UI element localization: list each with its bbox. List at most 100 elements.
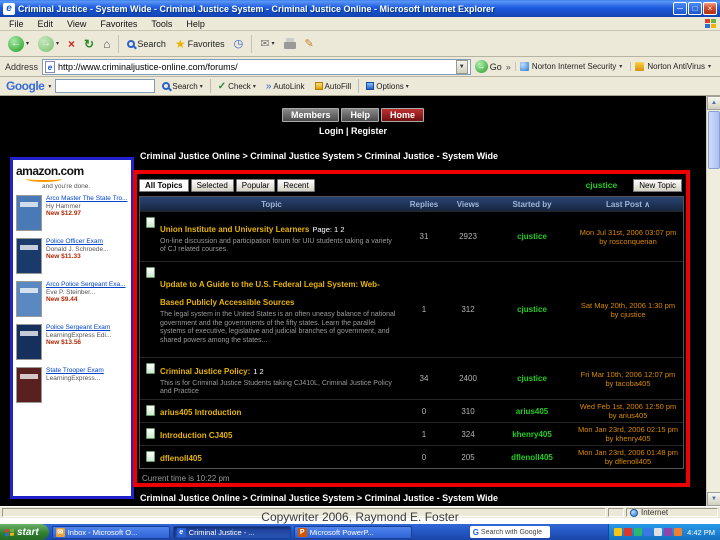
autofill-button[interactable]: AutoFill: [312, 82, 355, 91]
tray-volume-icon[interactable]: [654, 528, 663, 536]
autolink-button[interactable]: » AutoLink: [263, 81, 308, 92]
back-dropdown-icon[interactable]: ▾: [26, 40, 29, 47]
history-button[interactable]: ◷: [231, 36, 247, 51]
google-deskbar[interactable]: G: [469, 526, 550, 538]
menu-favorites[interactable]: Favorites: [93, 19, 144, 29]
logged-in-username[interactable]: cjustice: [586, 180, 618, 190]
go-button[interactable]: → Go: [474, 60, 502, 73]
norton-av-dropdown-icon[interactable]: ▾: [708, 63, 711, 70]
taskbar-item-powerpoint[interactable]: P Microsoft PowerP...: [293, 525, 412, 539]
vertical-scrollbar[interactable]: ▲ ▼: [706, 96, 720, 506]
norton-is-dropdown-icon[interactable]: ▾: [619, 63, 622, 70]
scrollbar-thumb[interactable]: [708, 111, 720, 169]
search-button[interactable]: Search: [124, 38, 169, 50]
google-search-input[interactable]: [55, 79, 156, 93]
address-input[interactable]: [58, 61, 453, 72]
topic-title-link[interactable]: Update to A Guide to the U.S. Federal Le…: [160, 280, 380, 307]
last-post-author-link[interactable]: by dflenoll405: [573, 457, 683, 466]
taskbar-item-criminal-justice[interactable]: e Criminal Justice - ...: [172, 525, 291, 539]
start-button[interactable]: start: [0, 524, 49, 540]
topic-page-links[interactable]: 1 2: [253, 367, 263, 376]
topic-title-link[interactable]: Criminal Justice Policy:: [160, 367, 250, 376]
tab-popular[interactable]: Popular: [235, 178, 276, 192]
book-cover-image[interactable]: [16, 367, 42, 403]
started-by-link[interactable]: arius405: [491, 407, 573, 416]
maximize-button[interactable]: □: [688, 2, 702, 15]
last-post-author-link[interactable]: by tacoba405: [573, 379, 683, 388]
google-search-button[interactable]: Search ▾: [159, 82, 205, 91]
book-cover-image[interactable]: [16, 281, 42, 317]
book-cover-image[interactable]: [16, 195, 42, 231]
breadcrumb[interactable]: Criminal Justice Online > Criminal Justi…: [140, 151, 498, 161]
topic-title-link[interactable]: Union Institute and University Learners: [160, 225, 309, 234]
tray-msn-icon[interactable]: [634, 528, 643, 536]
started-by-link[interactable]: dflenoll405: [491, 453, 573, 462]
home-nav-button[interactable]: Home: [381, 108, 425, 122]
tab-all-topics[interactable]: All Topics: [139, 178, 189, 192]
mail-dropdown-icon[interactable]: ▾: [272, 40, 275, 47]
column-replies[interactable]: Replies: [403, 200, 445, 209]
favorites-button[interactable]: ★ Favorites: [172, 36, 228, 52]
edit-button[interactable]: ✎: [302, 36, 317, 51]
back-button[interactable]: ← ▾: [5, 35, 32, 53]
last-post-author-link[interactable]: by rosconquerian: [573, 237, 683, 246]
topic-title-link[interactable]: Introduction CJ405: [160, 431, 232, 440]
topic-page-links[interactable]: Page: 1 2: [312, 225, 344, 234]
tray-shield-icon[interactable]: [614, 528, 623, 536]
home-button[interactable]: ⌂: [100, 36, 113, 52]
links-chevron-icon[interactable]: »: [506, 62, 511, 72]
menu-help[interactable]: Help: [179, 19, 212, 29]
google-deskbar-input[interactable]: [480, 528, 547, 536]
menu-edit[interactable]: Edit: [31, 19, 61, 29]
menu-tools[interactable]: Tools: [144, 19, 179, 29]
book-title-link[interactable]: Police Sergeant Exam: [46, 324, 111, 332]
tray-update-icon[interactable]: [664, 528, 673, 536]
started-by-link[interactable]: cjustice: [491, 305, 573, 314]
taskbar-item-outlook[interactable]: ✉ Inbox - Microsoft O...: [51, 525, 170, 539]
book-title-link[interactable]: Police Officer Exam: [46, 238, 109, 246]
forward-dropdown-icon[interactable]: ▾: [56, 40, 59, 47]
book-cover-image[interactable]: [16, 324, 42, 360]
forward-button[interactable]: → ▾: [35, 35, 62, 53]
book-title-link[interactable]: State Trooper Exam: [46, 367, 104, 375]
new-topic-button[interactable]: New Topic: [633, 178, 682, 192]
login-register-link[interactable]: Login | Register: [0, 126, 706, 136]
book-cover-image[interactable]: [16, 238, 42, 274]
started-by-link[interactable]: cjustice: [491, 232, 573, 241]
mail-button[interactable]: ✉ ▾: [257, 36, 277, 51]
scroll-down-icon[interactable]: ▼: [707, 492, 720, 506]
column-started-by[interactable]: Started by: [491, 200, 573, 209]
footer-breadcrumb[interactable]: Criminal Justice Online > Criminal Justi…: [140, 493, 498, 503]
tab-selected[interactable]: Selected: [190, 178, 234, 192]
norton-internet-security-toolbar[interactable]: Norton Internet Security ▾: [514, 62, 627, 71]
google-search-dropdown-icon[interactable]: ▾: [200, 83, 203, 90]
spell-check-button[interactable]: ✓ Check ▾: [215, 81, 259, 92]
book-title-link[interactable]: Arco Master The State Tro...: [46, 195, 128, 203]
spell-check-dropdown-icon[interactable]: ▾: [253, 83, 256, 90]
tray-power-icon[interactable]: [674, 528, 683, 536]
menu-view[interactable]: View: [60, 19, 93, 29]
tray-network-icon[interactable]: [644, 528, 653, 536]
column-topic[interactable]: Topic: [140, 200, 403, 209]
print-button[interactable]: [281, 37, 299, 50]
members-button[interactable]: Members: [281, 108, 340, 122]
close-button[interactable]: ×: [703, 2, 717, 15]
address-dropdown-icon[interactable]: ▼: [455, 59, 468, 74]
tray-antivirus-icon[interactable]: [624, 528, 633, 536]
last-post-author-link[interactable]: by arius405: [573, 411, 683, 420]
google-logo-dropdown-icon[interactable]: ▾: [48, 83, 51, 90]
topic-title-link[interactable]: dflenoll405: [160, 454, 202, 463]
started-by-link[interactable]: khenry405: [491, 430, 573, 439]
scroll-up-icon[interactable]: ▲: [707, 96, 720, 110]
refresh-button[interactable]: ↻: [81, 36, 97, 52]
amazon-logo[interactable]: amazon.com: [16, 164, 128, 178]
minimize-button[interactable]: ─: [673, 2, 687, 15]
book-title-link[interactable]: Arco Police Sergeant Exa...: [46, 281, 126, 289]
topic-title-link[interactable]: arius405 Introduction: [160, 408, 241, 417]
menu-file[interactable]: File: [2, 19, 31, 29]
started-by-link[interactable]: cjustice: [491, 374, 573, 383]
stop-button[interactable]: ×: [65, 36, 78, 52]
last-post-author-link[interactable]: by cjustice: [573, 310, 683, 319]
column-last-post[interactable]: Last Post ∧: [573, 200, 683, 209]
column-views[interactable]: Views: [445, 200, 491, 209]
